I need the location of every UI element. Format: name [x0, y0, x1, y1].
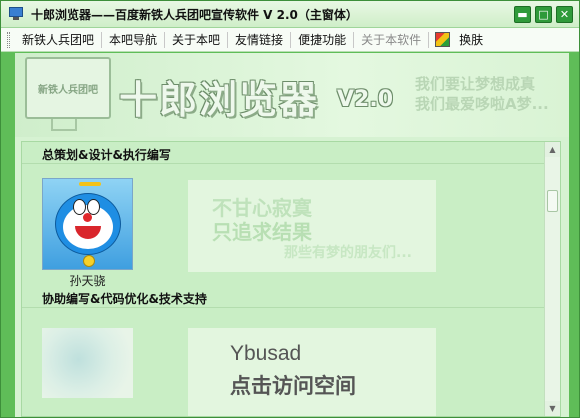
toolbar-grip[interactable] — [7, 31, 10, 48]
menu-item-change-skin[interactable]: 换肤 — [452, 29, 490, 51]
credits-panel[interactable]: 总策划&设计&执行编写 孙天骁 不甘心寂寞 只追求结果 那些有梦的朋友们... — [21, 141, 561, 417]
visit-space-link[interactable]: 点击访问空间 — [230, 370, 356, 400]
window-title: 十郎浏览器——百度新铁人兵团吧宣传软件 V 2.0（主窗体） — [31, 7, 358, 22]
visit-card[interactable]: Ybusad 点击访问空间 — [188, 328, 436, 416]
section-title-planning: 总策划&设计&执行编写 — [42, 148, 171, 162]
banner: 新铁人兵团吧 十郎浏览器 V2.0 我们要让梦想成真 我们最爱哆啦A梦... — [15, 53, 569, 137]
scroll-thumb[interactable] — [547, 190, 558, 212]
palette-icon[interactable] — [435, 32, 451, 47]
motto-line-3: 那些有梦的朋友们... — [284, 245, 412, 261]
menu-item-quick-tools[interactable]: 便捷功能 — [291, 29, 353, 51]
doraemon-avatar[interactable] — [42, 178, 133, 270]
scroll-down-arrow-icon[interactable]: ▼ — [545, 401, 560, 416]
main-window: 十郎浏览器——百度新铁人兵团吧宣传软件 V 2.0（主窗体） ▬ □ ✕ 新铁人… — [0, 0, 580, 418]
menu-item-tieba[interactable]: 新铁人兵团吧 — [15, 29, 101, 51]
close-button[interactable]: ✕ — [556, 6, 573, 23]
menu-bar: 新铁人兵团吧 本吧导航 关于本吧 友情链接 便捷功能 关于本软件 换肤 — [1, 28, 579, 52]
monitor-logo-text: 新铁人兵团吧 — [38, 85, 98, 96]
watercolor-avatar[interactable] — [42, 328, 133, 398]
menu-item-friend-links[interactable]: 友情链接 — [228, 29, 290, 51]
banner-version: V2.0 — [337, 87, 393, 112]
vertical-scrollbar[interactable]: ▲ ▼ — [544, 142, 560, 416]
monitor-logo: 新铁人兵团吧 — [25, 57, 111, 119]
computer-icon — [8, 7, 24, 21]
minimize-button[interactable]: ▬ — [514, 6, 531, 23]
menu-item-about-software: 关于本软件 — [361, 32, 422, 47]
section-header: 协助编写&代码优化&技术支持 — [22, 286, 544, 308]
content-area: 新铁人兵团吧 十郎浏览器 V2.0 我们要让梦想成真 我们最爱哆啦A梦... 总… — [15, 53, 569, 417]
banner-slogan-2: 我们最爱哆啦A梦... — [415, 95, 549, 113]
banner-title: 十郎浏览器 — [119, 78, 320, 122]
maximize-button[interactable]: □ — [535, 6, 552, 23]
window-controls: ▬ □ ✕ — [514, 6, 573, 23]
menu-separator — [428, 31, 430, 48]
motto-card: 不甘心寂寞 只追求结果 那些有梦的朋友们... — [188, 180, 436, 272]
helper-name: Ybusad — [230, 342, 302, 365]
menu-item-about-bar[interactable]: 关于本吧 — [165, 29, 227, 51]
monitor-stand — [51, 119, 77, 131]
banner-slogan-1: 我们要让梦想成真 — [415, 75, 536, 93]
menu-item-navigation[interactable]: 本吧导航 — [102, 29, 164, 51]
title-bar[interactable]: 十郎浏览器——百度新铁人兵团吧宣传软件 V 2.0（主窗体） ▬ □ ✕ — [1, 1, 579, 28]
scroll-up-arrow-icon[interactable]: ▲ — [545, 142, 560, 157]
section-header: 总策划&设计&执行编写 — [22, 142, 544, 164]
section-title-support: 协助编写&代码优化&技术支持 — [42, 292, 207, 306]
motto-line-2: 只追求结果 — [212, 220, 312, 244]
